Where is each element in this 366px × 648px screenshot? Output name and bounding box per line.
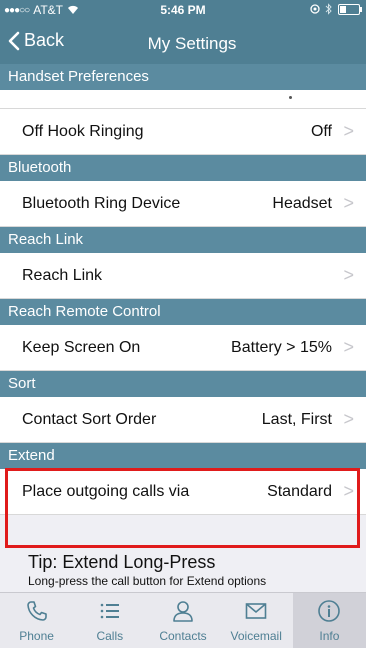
- tab-phone[interactable]: Phone: [0, 593, 73, 648]
- row-value: Standard: [267, 482, 332, 500]
- partial-text: [289, 96, 292, 99]
- section-header-bluetooth: Bluetooth: [0, 155, 366, 181]
- battery-icon: [338, 3, 362, 15]
- tab-label: Phone: [19, 629, 54, 643]
- envelope-icon: [220, 599, 293, 625]
- tab-bar: Phone Calls Contacts Voicemail Info: [0, 592, 366, 648]
- off-hook-ringing-row[interactable]: Off Hook Ringing Off >: [0, 109, 366, 155]
- chevron-right-icon: >: [343, 481, 354, 501]
- section-header-reach-remote: Reach Remote Control: [0, 299, 366, 325]
- info-icon: [293, 599, 366, 625]
- row-label: Place outgoing calls via: [22, 482, 190, 500]
- row-value: Battery > 15%: [231, 338, 332, 356]
- bluetooth-ring-device-row[interactable]: Bluetooth Ring Device Headset >: [0, 181, 366, 227]
- status-bar: ●●●○○ AT&T 5:46 PM: [0, 0, 366, 20]
- row-label: Reach Link: [22, 266, 103, 284]
- tab-contacts[interactable]: Contacts: [146, 593, 219, 648]
- keep-screen-on-row[interactable]: Keep Screen On Battery > 15% >: [0, 325, 366, 371]
- place-outgoing-calls-row[interactable]: Place outgoing calls via Standard >: [0, 469, 366, 515]
- bluetooth-icon: [325, 3, 332, 15]
- section-header-reach-link: Reach Link: [0, 227, 366, 253]
- section-header-extend: Extend: [0, 443, 366, 469]
- row-value: Last, First: [261, 410, 332, 428]
- person-icon: [146, 599, 219, 625]
- chevron-right-icon: >: [343, 265, 354, 285]
- row-label: Bluetooth Ring Device: [22, 194, 181, 212]
- page-title: My Settings: [147, 34, 237, 53]
- row-value: Off: [310, 122, 332, 140]
- chevron-right-icon: >: [343, 121, 354, 141]
- chevron-right-icon: >: [343, 193, 354, 213]
- tab-calls[interactable]: Calls: [73, 593, 146, 648]
- status-right: [310, 3, 362, 15]
- reach-link-row[interactable]: Reach Link >: [0, 253, 366, 299]
- tip-title: Tip: Extend Long-Press: [28, 552, 216, 572]
- tip-banner: Tip: Extend Long-Press Long-press the ca…: [0, 552, 366, 592]
- row-value: Headset: [272, 194, 332, 212]
- tab-label: Contacts: [159, 629, 207, 643]
- list-icon: [73, 599, 146, 625]
- settings-list: Handset Preferences Off Hook Ringing Off…: [0, 64, 366, 515]
- tab-voicemail[interactable]: Voicemail: [220, 593, 293, 648]
- row-label: Contact Sort Order: [22, 410, 157, 428]
- partial-row[interactable]: [0, 90, 366, 109]
- row-label: Off Hook Ringing: [22, 122, 144, 140]
- chevron-right-icon: >: [343, 337, 354, 357]
- location-lock-icon: [310, 4, 320, 14]
- tab-label: Calls: [96, 629, 124, 643]
- tab-info[interactable]: Info: [292, 593, 366, 648]
- tip-text: Long-press the call button for Extend op…: [28, 574, 267, 588]
- section-header-handset: Handset Preferences: [0, 64, 366, 90]
- tab-label: Voicemail: [230, 629, 282, 643]
- phone-icon: [0, 599, 73, 625]
- tab-label: Info: [319, 629, 340, 643]
- chevron-right-icon: >: [343, 409, 354, 429]
- contact-sort-order-row[interactable]: Contact Sort Order Last, First >: [0, 397, 366, 443]
- section-header-sort: Sort: [0, 371, 366, 397]
- nav-bar: Back My Settings: [0, 20, 366, 64]
- row-label: Keep Screen On: [22, 338, 141, 356]
